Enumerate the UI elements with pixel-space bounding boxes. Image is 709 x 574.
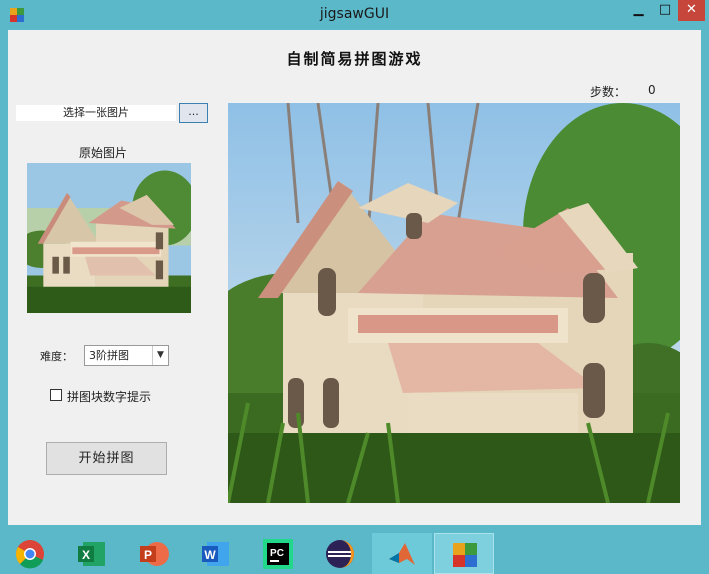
difficulty-select[interactable]: 3阶拼图 ▼ <box>84 345 169 366</box>
window-title: jigsawGUI <box>319 6 390 22</box>
taskbar-matlab[interactable] <box>372 533 432 574</box>
difficulty-label: 难度： <box>40 350 73 363</box>
difficulty-selected-value: 3阶拼图 <box>89 349 129 362</box>
client-area: 自制简易拼图游戏 步数： 0 选择一张图片 ... 原始图片 难度： 3阶拼图 … <box>8 30 701 525</box>
eclipse-icon <box>326 540 354 568</box>
steps-label: 步数： <box>590 85 627 99</box>
close-button[interactable]: ✕ <box>678 0 705 21</box>
taskbar-powerpoint[interactable]: P <box>124 533 184 574</box>
minimize-button[interactable]: ▁ <box>625 0 652 21</box>
page-title: 自制简易拼图游戏 <box>286 50 423 68</box>
chevron-down-icon[interactable]: ▼ <box>152 346 168 365</box>
taskbar-pycharm[interactable]: PC <box>248 533 308 574</box>
word-icon: W <box>202 542 229 566</box>
taskbar-chrome[interactable] <box>0 533 60 574</box>
original-image-thumbnail <box>27 163 191 313</box>
taskbar: X P W PC <box>0 533 709 574</box>
chrome-icon <box>16 540 44 569</box>
pycharm-icon: PC <box>263 539 293 569</box>
excel-icon: X <box>78 542 105 566</box>
svg-text:W: W <box>204 548 216 562</box>
steps-value: 0 <box>648 83 656 97</box>
app-window: jigsawGUI ▁ □ ✕ 自制简易拼图游戏 步数： 0 选择一张图片 ..… <box>0 0 709 533</box>
number-hint-checkbox[interactable] <box>50 389 62 401</box>
taskbar-excel[interactable]: X <box>62 533 122 574</box>
original-image-label: 原始图片 <box>78 146 127 160</box>
taskbar-jigsaw-app[interactable] <box>434 533 494 574</box>
browse-button[interactable]: ... <box>179 103 208 123</box>
image-path-field[interactable]: 选择一张图片 <box>16 105 176 121</box>
title-bar[interactable]: jigsawGUI ▁ □ ✕ <box>0 0 709 30</box>
maximize-button[interactable]: □ <box>652 0 678 21</box>
number-hint-label[interactable]: 拼图块数字提示 <box>67 388 197 405</box>
svg-text:P: P <box>144 548 152 562</box>
powerpoint-icon: P <box>140 542 169 566</box>
puzzle-image[interactable] <box>228 103 680 503</box>
svg-text:X: X <box>82 548 90 562</box>
start-puzzle-button[interactable]: 开始拼图 <box>46 442 167 475</box>
svg-text:PC: PC <box>270 548 284 559</box>
taskbar-eclipse[interactable] <box>310 533 370 574</box>
matlab-icon <box>389 543 415 565</box>
taskbar-word[interactable]: W <box>186 533 246 574</box>
jigsaw-app-icon <box>453 543 477 567</box>
